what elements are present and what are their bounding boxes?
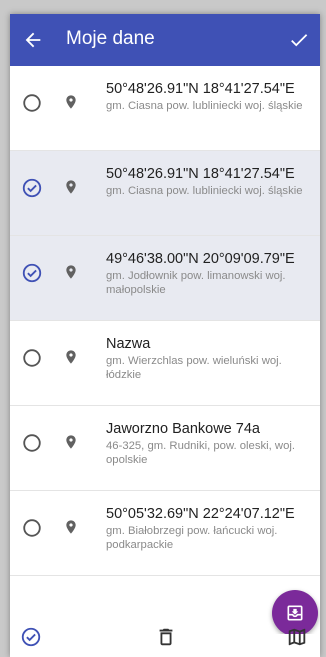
list-item[interactable]: Nazwa gm. Wierzchlas pow. wieluński woj. …: [10, 321, 320, 406]
location-pin-icon: [66, 520, 76, 534]
radio-unchecked-icon[interactable]: [21, 517, 43, 539]
location-title: 50°05'32.69"N 22°24'07.12"E: [106, 506, 295, 522]
list-item[interactable]: Jaworzno Bankowe 74a 46-325, gm. Rudniki,…: [10, 406, 320, 491]
check-circle-icon[interactable]: [21, 177, 43, 199]
location-title: 50°48'26.91"N 18°41'27.54"E: [106, 166, 295, 182]
location-subtitle: gm. Jodłownik pow. limanowski woj. małop…: [106, 270, 286, 296]
location-subtitle: gm. Wierzchlas pow. wieluński woj. łódzk…: [106, 355, 282, 381]
arrow-back-icon[interactable]: [22, 29, 44, 51]
map-icon[interactable]: [286, 626, 308, 648]
location-pin-icon: [66, 435, 76, 449]
location-title: 49°46'38.00"N 20°09'09.79"E: [106, 251, 295, 267]
radio-unchecked-icon[interactable]: [21, 92, 43, 114]
location-pin-icon: [66, 265, 76, 279]
check-circle-icon[interactable]: [21, 262, 43, 284]
location-subtitle: gm. Ciasna pow. lubliniecki woj. śląskie: [106, 185, 303, 197]
check-icon[interactable]: [288, 29, 310, 51]
location-pin-icon: [66, 180, 76, 194]
location-pin-icon: [66, 350, 76, 364]
location-subtitle: gm. Ciasna pow. lubliniecki woj. śląskie: [106, 100, 303, 112]
phone-screen: Moje dane 50°48'26.91"N 18°41'27.54"E gm.…: [10, 14, 320, 657]
bottom-toolbar: [10, 627, 320, 657]
list-item[interactable]: 50°48'26.91"N 18°41'27.54"E gm. Ciasna po…: [10, 151, 320, 236]
location-title: Jaworzno Bankowe 74a: [106, 421, 260, 437]
check-circle-icon[interactable]: [20, 626, 42, 648]
radio-unchecked-icon[interactable]: [21, 432, 43, 454]
location-title: Nazwa: [106, 336, 151, 352]
list-item[interactable]: 49°46'38.00"N 20°09'09.79"E gm. Jodłownik…: [10, 236, 320, 321]
page-title: Moje dane: [66, 28, 155, 49]
import-icon: [287, 605, 303, 621]
app-bar: Moje dane: [10, 14, 320, 66]
location-list: 50°48'26.91"N 18°41'27.54"E gm. Ciasna po…: [10, 66, 320, 576]
list-item[interactable]: 50°48'26.91"N 18°41'27.54"E gm. Ciasna po…: [10, 66, 320, 151]
location-subtitle: 46-325, gm. Rudniki, pow. oleski, woj. o…: [106, 440, 296, 466]
location-pin-icon: [66, 95, 76, 109]
location-title: 50°48'26.91"N 18°41'27.54"E: [106, 81, 295, 97]
trash-icon[interactable]: [155, 626, 177, 648]
location-subtitle: gm. Białobrzegi pow. łańcucki woj. podka…: [106, 525, 278, 551]
radio-unchecked-icon[interactable]: [21, 347, 43, 369]
list-item[interactable]: 50°05'32.69"N 22°24'07.12"E gm. Białobrze…: [10, 491, 320, 576]
